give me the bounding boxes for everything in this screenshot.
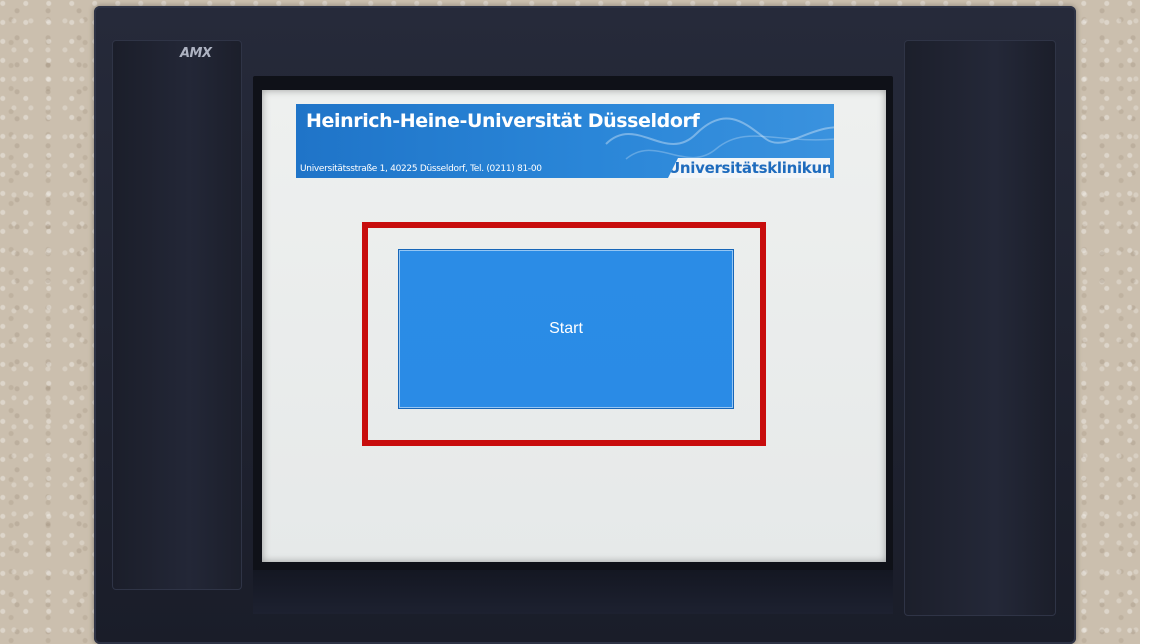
start-button[interactable]: Start	[398, 249, 734, 409]
brand-logo: AMX	[180, 46, 212, 61]
panel-left-side	[112, 40, 242, 590]
banner-address: Universitätsstraße 1, 40225 Düsseldorf, …	[300, 164, 542, 174]
header-banner: Heinrich-Heine-Universität Düsseldorf Un…	[296, 104, 834, 178]
banner-title: Heinrich-Heine-Universität Düsseldorf	[306, 110, 700, 132]
banner-tag: Universitätsklinikum	[668, 158, 834, 178]
panel-right-side	[904, 40, 1056, 616]
wall-background	[1140, 0, 1149, 644]
bezel-bottom	[253, 570, 893, 614]
